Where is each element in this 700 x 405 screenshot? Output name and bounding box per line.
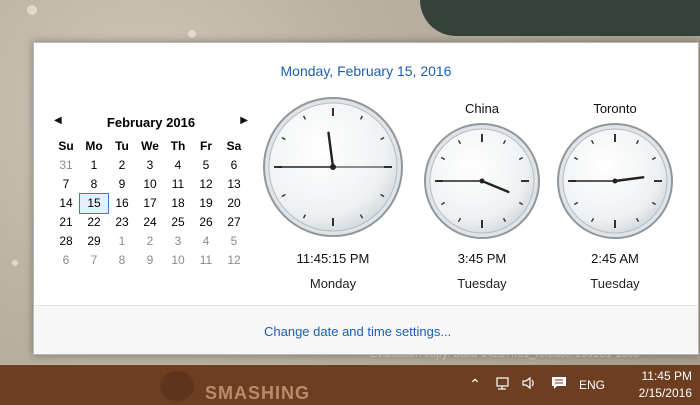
calendar-day[interactable]: 25 — [164, 213, 192, 232]
china-clock-face — [424, 123, 540, 239]
speaker-icon[interactable] — [520, 375, 538, 393]
clock-center-pin — [612, 178, 618, 184]
calendar-day[interactable]: 16 — [108, 194, 136, 213]
calendar-day[interactable]: 3 — [136, 156, 164, 175]
taskbar-time: 11:45 PM — [641, 369, 692, 383]
calendar-day[interactable]: 12 — [192, 175, 220, 194]
calendar-day[interactable]: 29 — [80, 232, 108, 251]
calendar-day[interactable]: 8 — [108, 251, 136, 270]
calendar-day[interactable]: 9 — [136, 251, 164, 270]
calendar-day[interactable]: 10 — [136, 175, 164, 194]
local-clock-day: Monday — [309, 276, 357, 291]
calendar-day[interactable]: 13 — [220, 175, 248, 194]
calendar-day[interactable]: 3 — [164, 232, 192, 251]
calendar-day[interactable]: 6 — [52, 251, 80, 270]
calendar-day[interactable]: 31 — [52, 156, 80, 175]
taskbar-clock[interactable]: 11:45 PM 2/15/2016 — [620, 368, 692, 402]
calendar-day[interactable]: 23 — [108, 213, 136, 232]
desktop-spot — [188, 30, 196, 38]
calendar-day[interactable]: 5 — [220, 232, 248, 251]
china-clock-city: China — [465, 101, 499, 116]
calendar-day[interactable]: 4 — [164, 156, 192, 175]
desktop-spot — [27, 5, 37, 15]
desktop-spot — [12, 260, 18, 266]
weekday-header: Fr — [200, 139, 212, 153]
weekday-header: Th — [170, 139, 186, 153]
calendar-day[interactable]: 20 — [220, 194, 248, 213]
calendar-day[interactable]: 9 — [108, 175, 136, 194]
calendar-day[interactable]: 2 — [136, 232, 164, 251]
calendar-header: ◀ February 2016 ▶ — [52, 115, 250, 131]
flyout-footer: Change date and time settings... — [34, 305, 698, 354]
taskbar-date: 2/15/2016 — [638, 386, 692, 400]
calendar-day[interactable]: 22 — [80, 213, 108, 232]
toronto-clock-face — [557, 123, 673, 239]
calendar-day[interactable]: 26 — [192, 213, 220, 232]
calendar-day[interactable]: 21 — [52, 213, 80, 232]
calendar-day[interactable]: 2 — [108, 156, 136, 175]
calendar-day[interactable]: 19 — [192, 194, 220, 213]
smashing-logo — [160, 371, 194, 401]
toronto-clock-city: Toronto — [593, 101, 637, 116]
taskbar: SMASHING ⌃ ENG 11:45 PM 2/15/2016 — [0, 365, 700, 405]
local-clock-face — [263, 97, 403, 237]
clock-center-pin — [330, 164, 336, 170]
calendar-day[interactable]: 8 — [80, 175, 108, 194]
calendar-day[interactable]: 14 — [52, 194, 80, 213]
local-clock: 11:45:15 PM Monday — [261, 95, 405, 291]
clock-center-pin — [479, 178, 485, 184]
calendar-day[interactable]: 4 — [192, 232, 220, 251]
china-clock-time: 3:45 PM — [457, 251, 507, 266]
notification-icon[interactable] — [550, 375, 568, 393]
calendar-day[interactable]: 7 — [52, 175, 80, 194]
calendar-day[interactable]: 18 — [164, 194, 192, 213]
calendar-day[interactable]: 12 — [220, 251, 248, 270]
calendar-day[interactable]: 10 — [164, 251, 192, 270]
calendar-day[interactable]: 7 — [80, 251, 108, 270]
weekday-header: We — [141, 139, 159, 153]
desktop-dark-shape — [420, 0, 700, 36]
calendar-day[interactable]: 17 — [136, 194, 164, 213]
calendar-day[interactable]: 1 — [108, 232, 136, 251]
calendar-day[interactable]: 11 — [192, 251, 220, 270]
chevron-up-icon[interactable]: ⌃ — [466, 375, 484, 393]
calendar-day[interactable]: 27 — [220, 213, 248, 232]
weekday-header: Su — [58, 139, 74, 153]
calendar-day-today[interactable]: 15 — [79, 193, 109, 214]
calendar-day[interactable]: 28 — [52, 232, 80, 251]
input-language-indicator[interactable]: ENG — [579, 378, 605, 392]
calendar-grid: Su Mo Tu We Th Fr Sa 31 1 2 3 4 5 6 7 8 9 10 11 12 13 14 15 16 1… — [52, 137, 250, 270]
calendar-day[interactable]: 6 — [220, 156, 248, 175]
change-date-time-settings-link[interactable]: Change date and time settings... — [264, 324, 451, 339]
weekday-header: Sa — [226, 139, 242, 153]
smashing-brand-text: SMASHING — [205, 383, 311, 403]
clock-flyout: Monday, February 15, 2016 ◀ February 201… — [33, 42, 699, 355]
full-date-header: Monday, February 15, 2016 — [280, 63, 452, 79]
toronto-clock-time: 2:45 AM — [591, 251, 639, 266]
calendar-day[interactable]: 5 — [192, 156, 220, 175]
calendar-day[interactable]: 1 — [80, 156, 108, 175]
calendar: ◀ February 2016 ▶ Su Mo Tu We Th Fr Sa 31 1 2 3 4 5 6… — [52, 115, 250, 267]
calendar-day[interactable]: 11 — [164, 175, 192, 194]
local-clock-time: 11:45:15 PM — [296, 251, 370, 266]
calendar-month-title: February 2016 — [106, 115, 196, 130]
china-clock-day: Tuesday — [457, 276, 507, 291]
calendar-day[interactable]: 24 — [136, 213, 164, 232]
toronto-clock-day: Tuesday — [590, 276, 640, 291]
triangle-right-icon[interactable]: ▶ — [240, 115, 248, 126]
network-icon[interactable] — [494, 375, 512, 393]
weekday-header: Tu — [115, 139, 129, 153]
weekday-header: Mo — [85, 139, 103, 153]
